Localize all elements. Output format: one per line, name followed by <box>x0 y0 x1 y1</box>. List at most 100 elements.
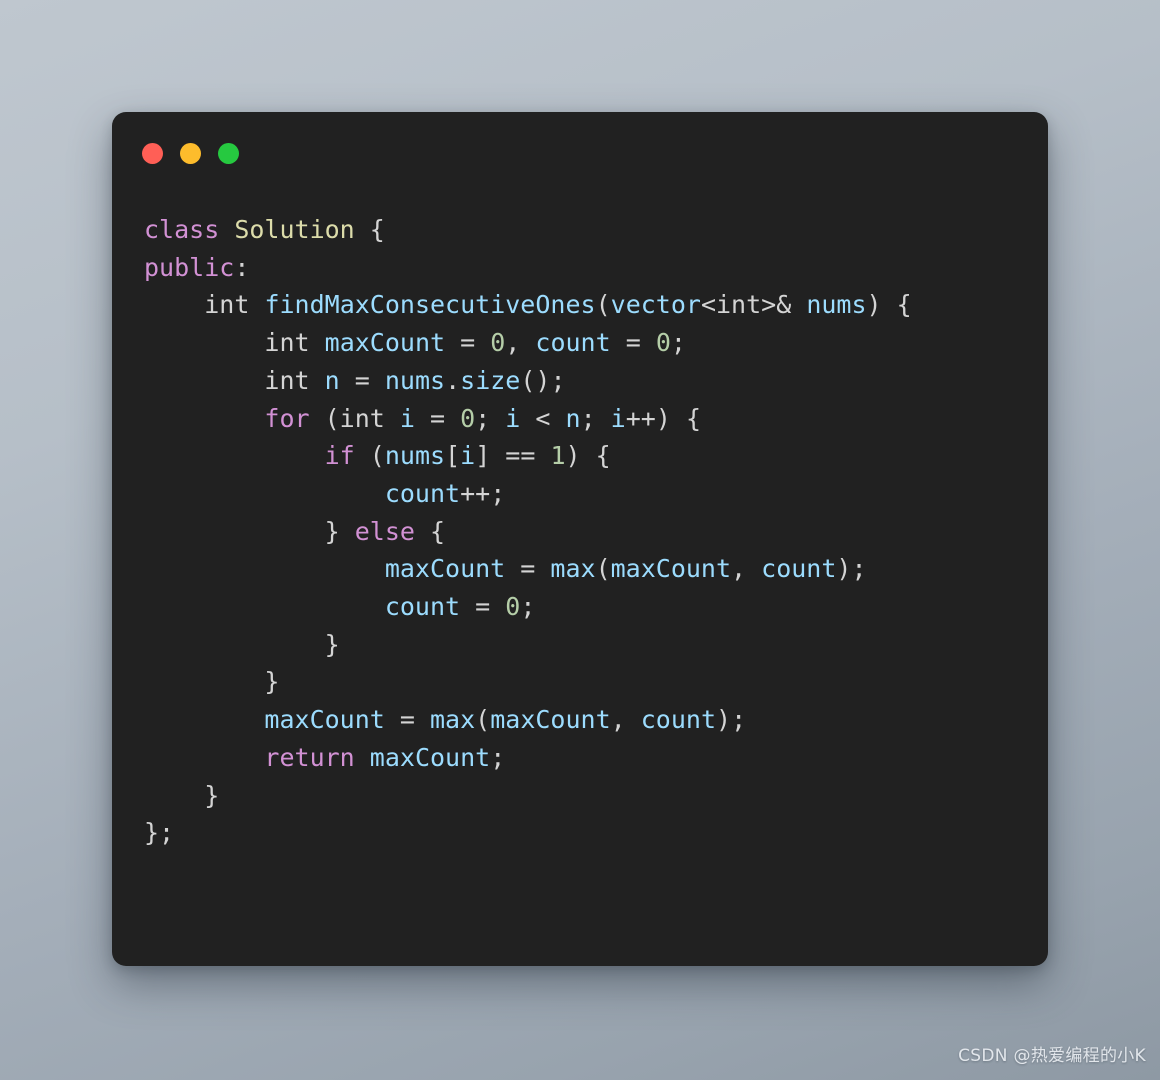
code-token: < <box>520 403 566 433</box>
code-token: 1 <box>550 441 566 471</box>
code-token: = <box>414 403 461 433</box>
code-token: = <box>610 328 656 358</box>
code-token: class <box>144 215 220 244</box>
code-token: [ <box>445 441 461 471</box>
code-token: 0 <box>505 592 521 622</box>
code-token: nums <box>806 290 867 320</box>
close-icon[interactable] <box>142 143 163 164</box>
code-token: i <box>399 403 415 433</box>
code-line: count = 0; <box>144 588 1034 626</box>
code-token: return <box>264 742 355 772</box>
code-token: { <box>354 215 385 244</box>
code-line: if (nums[i] == 1) { <box>144 437 1034 475</box>
code-token: maxCount <box>369 742 491 772</box>
code-token: ( <box>595 554 611 584</box>
code-token: else <box>354 516 415 546</box>
code-token: } <box>144 667 280 697</box>
code-token: maxCount <box>324 328 446 358</box>
code-token: nums <box>384 441 446 471</box>
code-line: }; <box>144 814 1034 852</box>
window-titlebar <box>142 143 239 164</box>
code-token: count <box>761 554 837 584</box>
code-token: count <box>384 592 461 622</box>
code-line: maxCount = max(maxCount, count); <box>144 701 1034 739</box>
code-token: i <box>610 403 626 433</box>
code-token: } <box>144 780 220 810</box>
code-token: maxCount <box>610 554 732 584</box>
code-token: n <box>324 365 340 395</box>
code-line: maxCount = max(maxCount, count); <box>144 550 1034 588</box>
code-token: ; <box>475 403 506 433</box>
code-token: for <box>264 403 310 433</box>
code-token: . <box>445 365 461 395</box>
code-token: = <box>445 328 491 358</box>
code-token: = <box>460 592 506 622</box>
code-token: int <box>144 328 325 358</box>
code-token: <int>& <box>700 290 807 320</box>
code-token: vector <box>610 290 701 320</box>
code-block[interactable]: class Solution {public: int findMaxConse… <box>144 211 1034 852</box>
maximize-icon[interactable] <box>218 143 239 164</box>
code-token: = <box>384 705 430 735</box>
code-token: = <box>339 365 385 395</box>
code-line: } <box>144 626 1034 664</box>
code-token: ; <box>520 592 536 622</box>
code-token: maxCount <box>264 705 385 735</box>
code-token: ++) { <box>625 403 701 433</box>
code-token: ; <box>670 328 686 358</box>
code-line: int maxCount = 0, count = 0; <box>144 324 1034 362</box>
code-line: int n = nums.size(); <box>144 362 1034 400</box>
code-token: n <box>565 403 581 433</box>
code-line: } <box>144 663 1034 701</box>
code-line: count++; <box>144 475 1034 513</box>
code-token: : <box>234 252 250 282</box>
code-token: if <box>324 441 355 471</box>
code-token: max <box>430 705 476 735</box>
code-line: return maxCount; <box>144 739 1034 777</box>
code-token: 0 <box>460 403 476 433</box>
code-token: ); <box>836 554 867 584</box>
code-token: max <box>550 554 596 584</box>
code-token: } <box>144 629 340 659</box>
code-token: i <box>505 403 521 433</box>
code-token: ; <box>490 742 506 772</box>
code-window-card: class Solution {public: int findMaxConse… <box>112 112 1048 966</box>
code-line: } <box>144 777 1034 815</box>
code-token: ++; <box>460 478 506 508</box>
code-token: , <box>610 705 641 735</box>
code-token: Solution <box>234 215 355 244</box>
code-token: i <box>460 441 476 471</box>
code-token: ) { <box>565 441 611 471</box>
code-token: ; <box>580 403 611 433</box>
code-token: , <box>731 554 762 584</box>
code-token: (); <box>520 365 566 395</box>
code-token: nums <box>384 365 446 395</box>
code-token: }; <box>144 818 175 848</box>
code-token: ) { <box>866 290 912 320</box>
code-token: int <box>144 365 325 395</box>
code-token: ( <box>595 290 611 320</box>
code-token: count <box>640 705 717 735</box>
code-token: = <box>505 554 551 584</box>
code-token: maxCount <box>490 705 611 735</box>
minimize-icon[interactable] <box>180 143 201 164</box>
code-token: ( <box>475 705 491 735</box>
watermark-label: CSDN @热爱编程的小K <box>958 1046 1146 1066</box>
code-token: (int <box>309 403 400 433</box>
code-token: count <box>384 478 461 508</box>
code-token: } <box>144 516 355 546</box>
code-token: maxCount <box>384 554 506 584</box>
code-line: public: <box>144 249 1034 287</box>
code-token: public <box>144 252 235 282</box>
code-token: ); <box>716 705 747 735</box>
code-token: , <box>505 328 536 358</box>
code-token: findMaxConsecutiveOnes <box>264 290 596 320</box>
code-line: class Solution { <box>144 211 1034 249</box>
